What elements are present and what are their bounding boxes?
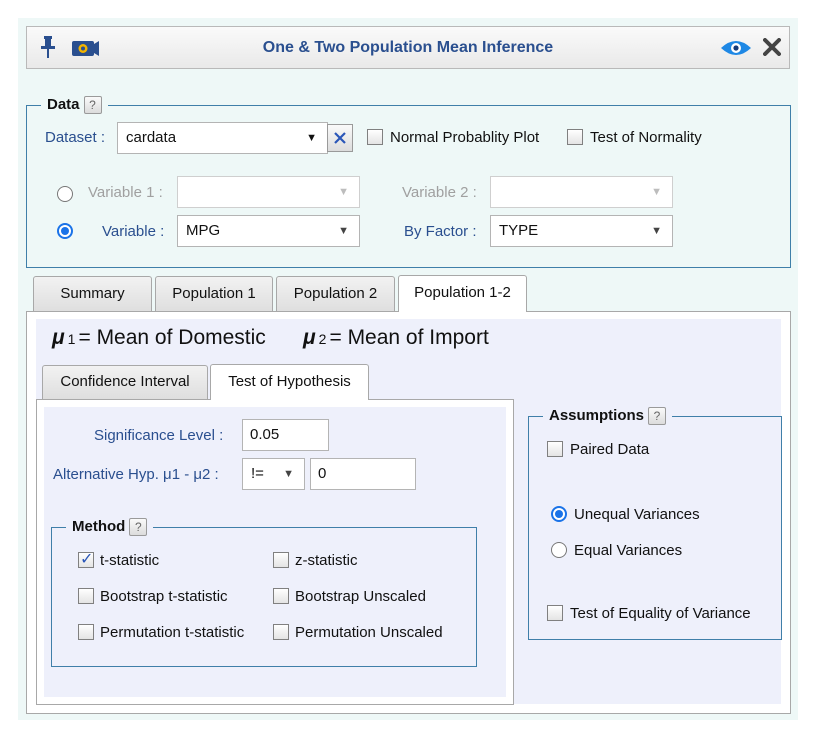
- unequal-variances-radio[interactable]: [551, 506, 567, 522]
- variable2-select[interactable]: ▼: [490, 176, 673, 208]
- dropdown-arrow-icon: ▼: [283, 468, 294, 480]
- variable-value: MPG: [186, 222, 221, 239]
- mu1-symbol: μ: [52, 326, 65, 349]
- equal-variances-radio[interactable]: [551, 542, 567, 558]
- variable1-select[interactable]: ▼: [177, 176, 360, 208]
- eye-icon[interactable]: [720, 39, 752, 57]
- assumptions-legend: Assumptions: [549, 407, 645, 424]
- data-help-button[interactable]: ?: [83, 96, 102, 115]
- dataset-label: Dataset :: [45, 129, 106, 146]
- permutation-unscaled-checkbox[interactable]: [273, 624, 289, 640]
- dropdown-arrow-icon: ▼: [651, 225, 662, 237]
- equal-variances-label: Equal Variances: [574, 542, 683, 559]
- dropdown-arrow-icon: ▼: [651, 186, 662, 198]
- tab-population-1-2[interactable]: Population 1-2: [398, 275, 527, 312]
- tab-confidence-interval[interactable]: Confidence Interval: [42, 365, 208, 399]
- dataset-select[interactable]: cardata ▼: [117, 122, 328, 154]
- dataset-value: cardata: [126, 129, 177, 146]
- normality-test-checkbox[interactable]: [567, 129, 583, 145]
- paired-data-label: Paired Data: [570, 441, 650, 458]
- dropdown-arrow-icon: ▼: [306, 132, 317, 144]
- z-statistic-checkbox[interactable]: [273, 552, 289, 568]
- data-legend: Data: [47, 96, 80, 113]
- t-statistic-checkbox[interactable]: ✓: [78, 551, 94, 568]
- significance-input[interactable]: 0.05: [242, 419, 329, 451]
- permutation-t-checkbox[interactable]: [78, 624, 94, 640]
- alternative-operator-select[interactable]: != ▼: [242, 458, 305, 490]
- z-statistic-label: z-statistic: [295, 552, 358, 569]
- mu2-symbol: μ: [303, 326, 316, 349]
- close-icon[interactable]: [763, 38, 781, 56]
- two-variable-radio[interactable]: [57, 186, 73, 202]
- equality-test-checkbox[interactable]: [547, 605, 563, 621]
- data-group: Data?: [26, 95, 791, 268]
- dropdown-arrow-icon: ▼: [338, 186, 349, 198]
- alternative-operator-value: !=: [251, 465, 264, 482]
- mu1-sub: 1: [67, 331, 76, 347]
- by-factor-select[interactable]: TYPE ▼: [490, 215, 673, 247]
- by-factor-label: By Factor :: [404, 223, 477, 240]
- alternative-value-input[interactable]: 0: [310, 458, 416, 490]
- method-legend: Method: [72, 518, 126, 535]
- clear-icon: [334, 132, 346, 144]
- bootstrap-t-checkbox[interactable]: [78, 588, 94, 604]
- unequal-variances-label: Unequal Variances: [574, 506, 700, 523]
- tab-summary[interactable]: Summary: [33, 276, 152, 312]
- equality-test-label: Test of Equality of Variance: [570, 605, 751, 622]
- t-statistic-label: t-statistic: [100, 552, 160, 569]
- window-title: One & Two Population Mean Inference: [262, 39, 554, 56]
- tab-population-2[interactable]: Population 2: [276, 276, 395, 312]
- mu2-label: μ 2 = Mean of Import: [303, 326, 489, 350]
- by-factor-value: TYPE: [499, 222, 539, 239]
- bootstrap-unscaled-label: Bootstrap Unscaled: [295, 588, 426, 605]
- assumptions-help-button[interactable]: ?: [648, 407, 667, 426]
- normality-test-label: Test of Normality: [590, 129, 702, 146]
- title-bar: One & Two Population Mean Inference: [26, 26, 790, 69]
- method-help-button[interactable]: ?: [129, 518, 148, 537]
- mu1-label: μ 1 = Mean of Domestic: [52, 326, 266, 350]
- normal-plot-checkbox[interactable]: [367, 129, 383, 145]
- dropdown-arrow-icon: ▼: [338, 225, 349, 237]
- variable-factor-radio[interactable]: [57, 223, 73, 239]
- clear-dataset-button[interactable]: [327, 124, 353, 152]
- bootstrap-unscaled-checkbox[interactable]: [273, 588, 289, 604]
- variable-select[interactable]: MPG ▼: [177, 215, 360, 247]
- significance-label: Significance Level :: [94, 427, 224, 444]
- tab-population-1[interactable]: Population 1: [155, 276, 273, 312]
- paired-data-checkbox[interactable]: [547, 441, 563, 457]
- permutation-unscaled-label: Permutation Unscaled: [295, 624, 443, 641]
- checkmark-icon: ✓: [80, 551, 94, 568]
- mu2-sub: 2: [318, 331, 327, 347]
- alternative-label: Alternative Hyp. μ1 - μ2 :: [53, 466, 219, 483]
- tab-test-of-hypothesis[interactable]: Test of Hypothesis: [210, 364, 369, 400]
- mu1-text: = Mean of Domestic: [78, 326, 266, 349]
- permutation-t-label: Permutation t-statistic: [100, 624, 245, 641]
- mu2-text: = Mean of Import: [329, 326, 489, 349]
- variable1-label: Variable 1 :: [88, 184, 163, 201]
- variable-label: Variable :: [102, 223, 165, 240]
- variable2-label: Variable 2 :: [402, 184, 477, 201]
- normal-plot-label: Normal Probablity Plot: [390, 129, 540, 146]
- bootstrap-t-label: Bootstrap t-statistic: [100, 588, 228, 605]
